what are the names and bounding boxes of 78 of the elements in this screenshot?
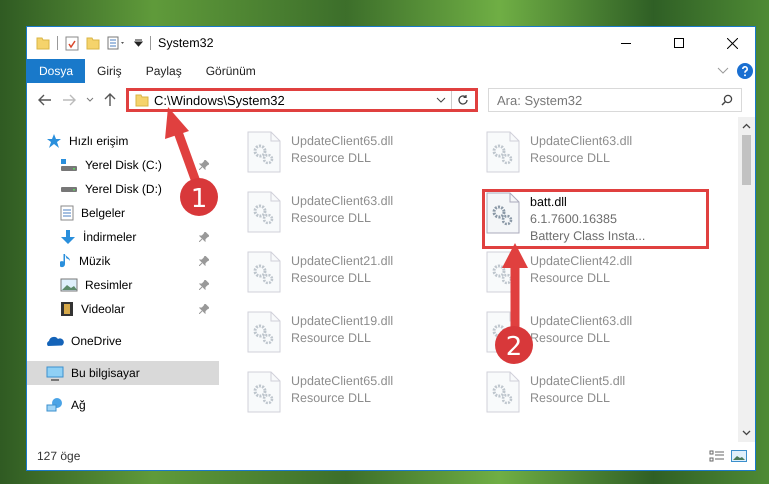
file-name[interactable]: batt.dll: [530, 194, 646, 211]
file-detail: Resource DLL: [291, 330, 372, 347]
nav-item[interactable]: Ağ: [27, 393, 219, 417]
ribbon-tab[interactable]: Paylaş: [134, 59, 194, 83]
properties-icon[interactable]: [107, 36, 127, 50]
file-detail: Battery Class Insta...: [530, 228, 646, 245]
folder-icon: [135, 93, 149, 107]
gear-document-icon: [486, 192, 520, 234]
window-title: System32: [158, 36, 214, 50]
file-detail: Resource DLL: [530, 150, 611, 167]
details-view-icon[interactable]: [709, 450, 725, 462]
pin-icon[interactable]: [199, 232, 209, 242]
gear-document-icon: [247, 311, 281, 353]
file-detail: Resource DLL: [291, 150, 372, 167]
scroll-up-icon[interactable]: [742, 123, 751, 129]
monitor-icon: [46, 366, 64, 380]
up-arrow-icon[interactable]: [104, 93, 116, 107]
search-icon[interactable]: [721, 94, 733, 106]
search-field[interactable]: Ara: System32: [488, 88, 742, 112]
music-note-icon: [60, 253, 72, 269]
file-detail: Resource DLL: [530, 270, 611, 287]
nav-item[interactable]: Hızlı erişim: [27, 129, 219, 153]
scrollbar[interactable]: [738, 117, 755, 442]
nav-item[interactable]: İndirmeler: [60, 225, 138, 249]
pin-icon[interactable]: [199, 280, 209, 290]
maximize-icon: [674, 38, 684, 48]
nav-item[interactable]: Belgeler: [60, 201, 128, 225]
picture-icon: [60, 278, 78, 292]
cloud-icon: [46, 335, 64, 347]
file-detail: Resource DLL: [291, 270, 372, 287]
nav-item[interactable]: Yerel Disk (D:): [60, 177, 164, 201]
star-icon: [46, 133, 62, 149]
file-detail: Resource DLL: [291, 390, 372, 407]
help-icon[interactable]: [737, 63, 753, 79]
address-bar[interactable]: C:\Windows\System32: [126, 88, 478, 112]
document-icon: [60, 205, 74, 221]
scroll-down-icon[interactable]: [742, 430, 751, 436]
gear-document-icon: [247, 251, 281, 293]
gear-document-icon: [486, 131, 520, 173]
refresh-icon[interactable]: [457, 94, 469, 106]
file-detail: Resource DLL: [530, 390, 611, 407]
nav-item[interactable]: Bu bilgisayar: [27, 361, 219, 385]
gear-document-icon: [247, 131, 281, 173]
nav-item[interactable]: Yerel Disk (C:): [60, 153, 164, 177]
gear-document-icon: [247, 371, 281, 413]
chevron-down-icon[interactable]: [436, 96, 446, 104]
highlighted-file-item[interactable]: batt.dll 6.1.7600.16385 Battery Class Insta...: [482, 189, 709, 249]
ribbon-tab[interactable]: Görünüm: [194, 59, 268, 83]
file-detail: Resource DLL: [530, 330, 611, 347]
drive-icon: [60, 186, 78, 192]
file-detail: Resource DLL: [291, 210, 372, 227]
pin-icon[interactable]: [199, 160, 209, 170]
gear-document-icon: [247, 191, 281, 233]
minimize-icon: [621, 42, 631, 44]
pin-icon[interactable]: [199, 256, 209, 266]
ribbon-tab[interactable]: Dosya: [27, 59, 86, 83]
film-icon: [60, 301, 74, 317]
nav-item[interactable]: Videolar: [60, 297, 127, 321]
chevron-down-icon[interactable]: [86, 97, 94, 103]
download-arrow-icon: [60, 229, 76, 245]
network-icon: [46, 397, 64, 413]
nav-item[interactable]: OneDrive: [27, 329, 219, 353]
large-icons-view-icon[interactable]: [731, 450, 747, 462]
drive-icon: [60, 158, 78, 172]
step-number-marker: 1: [180, 178, 218, 216]
pin-icon[interactable]: [199, 304, 209, 314]
gear-document-icon: [486, 371, 520, 413]
nav-item[interactable]: Müzik: [60, 249, 112, 273]
address-path: C:\Windows\System32: [154, 92, 286, 108]
nav-item[interactable]: Resimler: [60, 273, 134, 297]
checklist-icon[interactable]: [65, 36, 79, 50]
close-icon: [726, 38, 738, 48]
item-count: 127 öge: [37, 449, 80, 463]
scrollbar-thumb[interactable]: [742, 135, 751, 185]
back-arrow-icon[interactable]: [38, 94, 52, 106]
file-detail: 6.1.7600.16385: [530, 211, 618, 228]
ribbon-tab[interactable]: Giriş: [85, 59, 134, 83]
dropdown-icon[interactable]: [134, 38, 143, 48]
